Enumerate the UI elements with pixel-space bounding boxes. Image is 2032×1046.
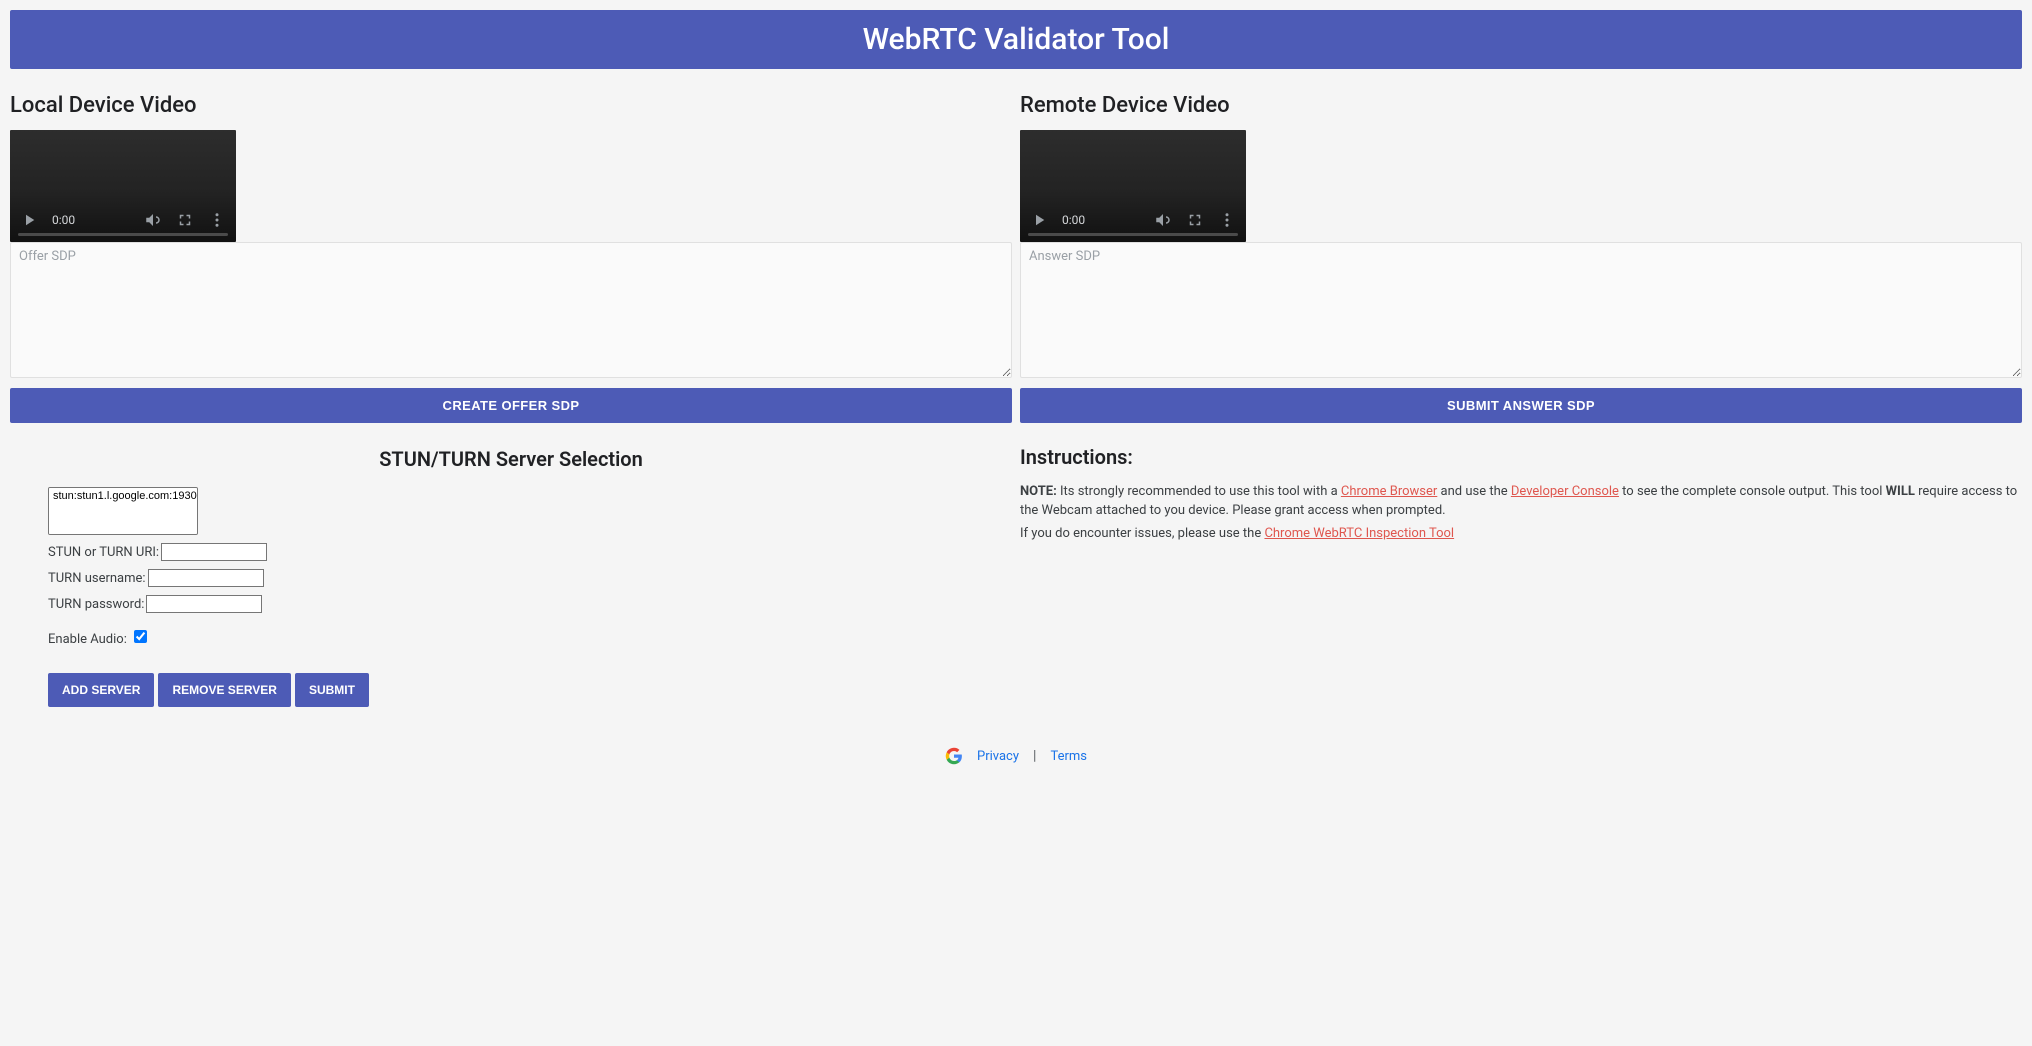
play-icon[interactable] [1030, 211, 1048, 229]
server-list[interactable]: stun:stun1.l.google.com:19302 [48, 487, 198, 535]
play-icon[interactable] [20, 211, 38, 229]
note-label: NOTE: [1020, 484, 1057, 499]
offer-sdp-textarea[interactable] [10, 242, 1012, 378]
more-icon[interactable] [1218, 211, 1236, 229]
server-selection-heading: STUN/TURN Server Selection [10, 447, 1012, 471]
turn-password-input[interactable] [146, 595, 262, 613]
developer-console-link[interactable]: Developer Console [1511, 484, 1619, 499]
google-icon [945, 747, 963, 765]
turn-username-input[interactable] [148, 569, 264, 587]
submit-servers-button[interactable]: SUBMIT [295, 673, 369, 707]
add-server-button[interactable]: ADD SERVER [48, 673, 154, 707]
turn-username-label: TURN username: [48, 571, 146, 586]
local-video-heading: Local Device Video [10, 93, 1012, 118]
remote-video-player[interactable]: 0:00 [1020, 130, 1246, 242]
footer-separator: | [1033, 748, 1036, 764]
chrome-browser-link[interactable]: Chrome Browser [1341, 484, 1437, 499]
fullscreen-icon[interactable] [176, 211, 194, 229]
remote-video-time: 0:00 [1062, 213, 1140, 227]
progress-track[interactable] [1028, 233, 1238, 236]
create-offer-sdp-button[interactable]: CREATE OFFER SDP [10, 388, 1012, 423]
privacy-link[interactable]: Privacy [977, 749, 1019, 764]
instructions-heading: Instructions: [1020, 445, 2022, 469]
terms-link[interactable]: Terms [1050, 749, 1087, 764]
page-title: WebRTC Validator Tool [10, 10, 2022, 69]
answer-sdp-textarea[interactable] [1020, 242, 2022, 378]
local-video-player[interactable]: 0:00 [10, 130, 236, 242]
remove-server-button[interactable]: REMOVE SERVER [158, 673, 290, 707]
local-video-time: 0:00 [52, 213, 130, 227]
volume-icon[interactable] [1154, 211, 1172, 229]
webrtc-inspection-tool-link[interactable]: Chrome WebRTC Inspection Tool [1264, 526, 1454, 541]
stun-turn-uri-input[interactable] [161, 543, 267, 561]
uri-label: STUN or TURN URI: [48, 545, 159, 560]
instructions-text: NOTE: Its strongly recommended to use th… [1020, 483, 2022, 544]
progress-track[interactable] [18, 233, 228, 236]
enable-audio-checkbox[interactable] [134, 630, 147, 643]
submit-answer-sdp-button[interactable]: SUBMIT ANSWER SDP [1020, 388, 2022, 423]
more-icon[interactable] [208, 211, 226, 229]
remote-video-heading: Remote Device Video [1020, 93, 2022, 118]
fullscreen-icon[interactable] [1186, 211, 1204, 229]
volume-icon[interactable] [144, 211, 162, 229]
enable-audio-label: Enable Audio: [48, 632, 127, 647]
turn-password-label: TURN password: [48, 597, 144, 612]
